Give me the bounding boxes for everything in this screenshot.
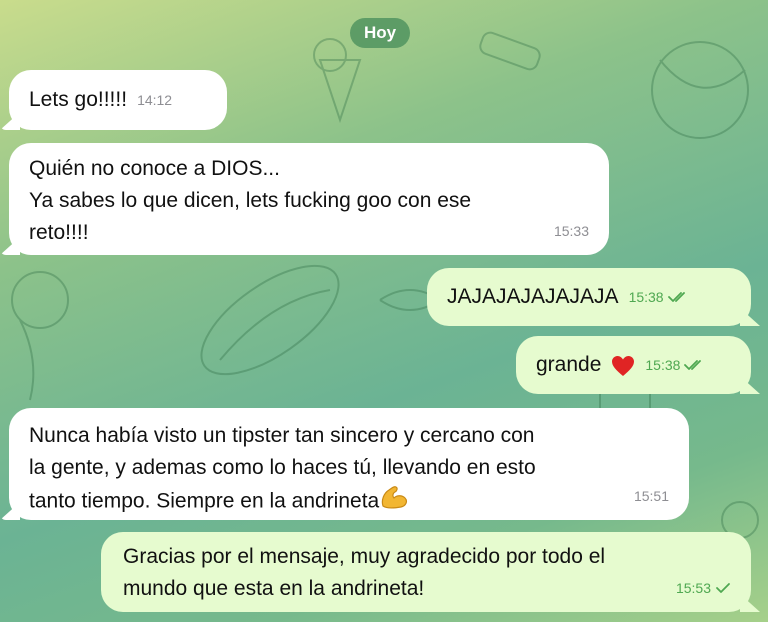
message-text-line: Gracias por el mensaje, muy agradecido p… [123,545,606,568]
message-bubble-outgoing[interactable]: JAJAJAJAJAJAJA 15:38 [427,268,751,326]
message-bubble-incoming[interactable]: Nunca había visto un tipster tan sincero… [9,408,689,520]
message-timestamp: 14:12 [137,92,173,108]
message-text: Lets go!!!!! [29,88,128,111]
message-timestamp: 15:33 [553,223,589,239]
double-check-icon [667,291,688,303]
message-timestamp: 15:51 [633,488,669,504]
message-timestamp: 15:53 [676,572,731,604]
message-timestamp: 15:38 [629,281,688,313]
message-text-line: reto!!!! [29,221,89,244]
single-check-icon [715,582,731,594]
message-text-line: Ya sabes lo que dicen, lets fucking goo … [29,189,472,212]
message-bubble-outgoing[interactable]: grande 15:38 [516,336,751,394]
date-separator: Hoy [350,18,410,48]
double-check-icon [684,359,704,371]
message-bubble-incoming[interactable]: Lets go!!!!! 14:12 [9,70,227,130]
message-text: JAJAJAJAJAJAJA [447,285,619,308]
message-text-line: mundo que esta en la andrineta! [123,577,425,600]
message-text: grande [536,353,602,376]
message-text-line: Quién no conoce a DIOS... [29,157,280,180]
message-text-line: Nunca había visto un tipster tan sincero… [29,424,535,447]
flexed-biceps-icon [379,484,409,520]
message-bubble-outgoing[interactable]: Gracias por el mensaje, muy agradecido p… [101,532,751,612]
message-bubble-incoming[interactable]: Quién no conoce a DIOS... Ya sabes lo qu… [9,143,609,255]
red-heart-icon [611,355,635,387]
message-text-line: la gente, y ademas como lo haces tú, lle… [29,456,536,479]
message-timestamp: 15:38 [645,349,704,381]
message-text-line: tanto tiempo. Siempre en la andrineta [29,484,669,520]
